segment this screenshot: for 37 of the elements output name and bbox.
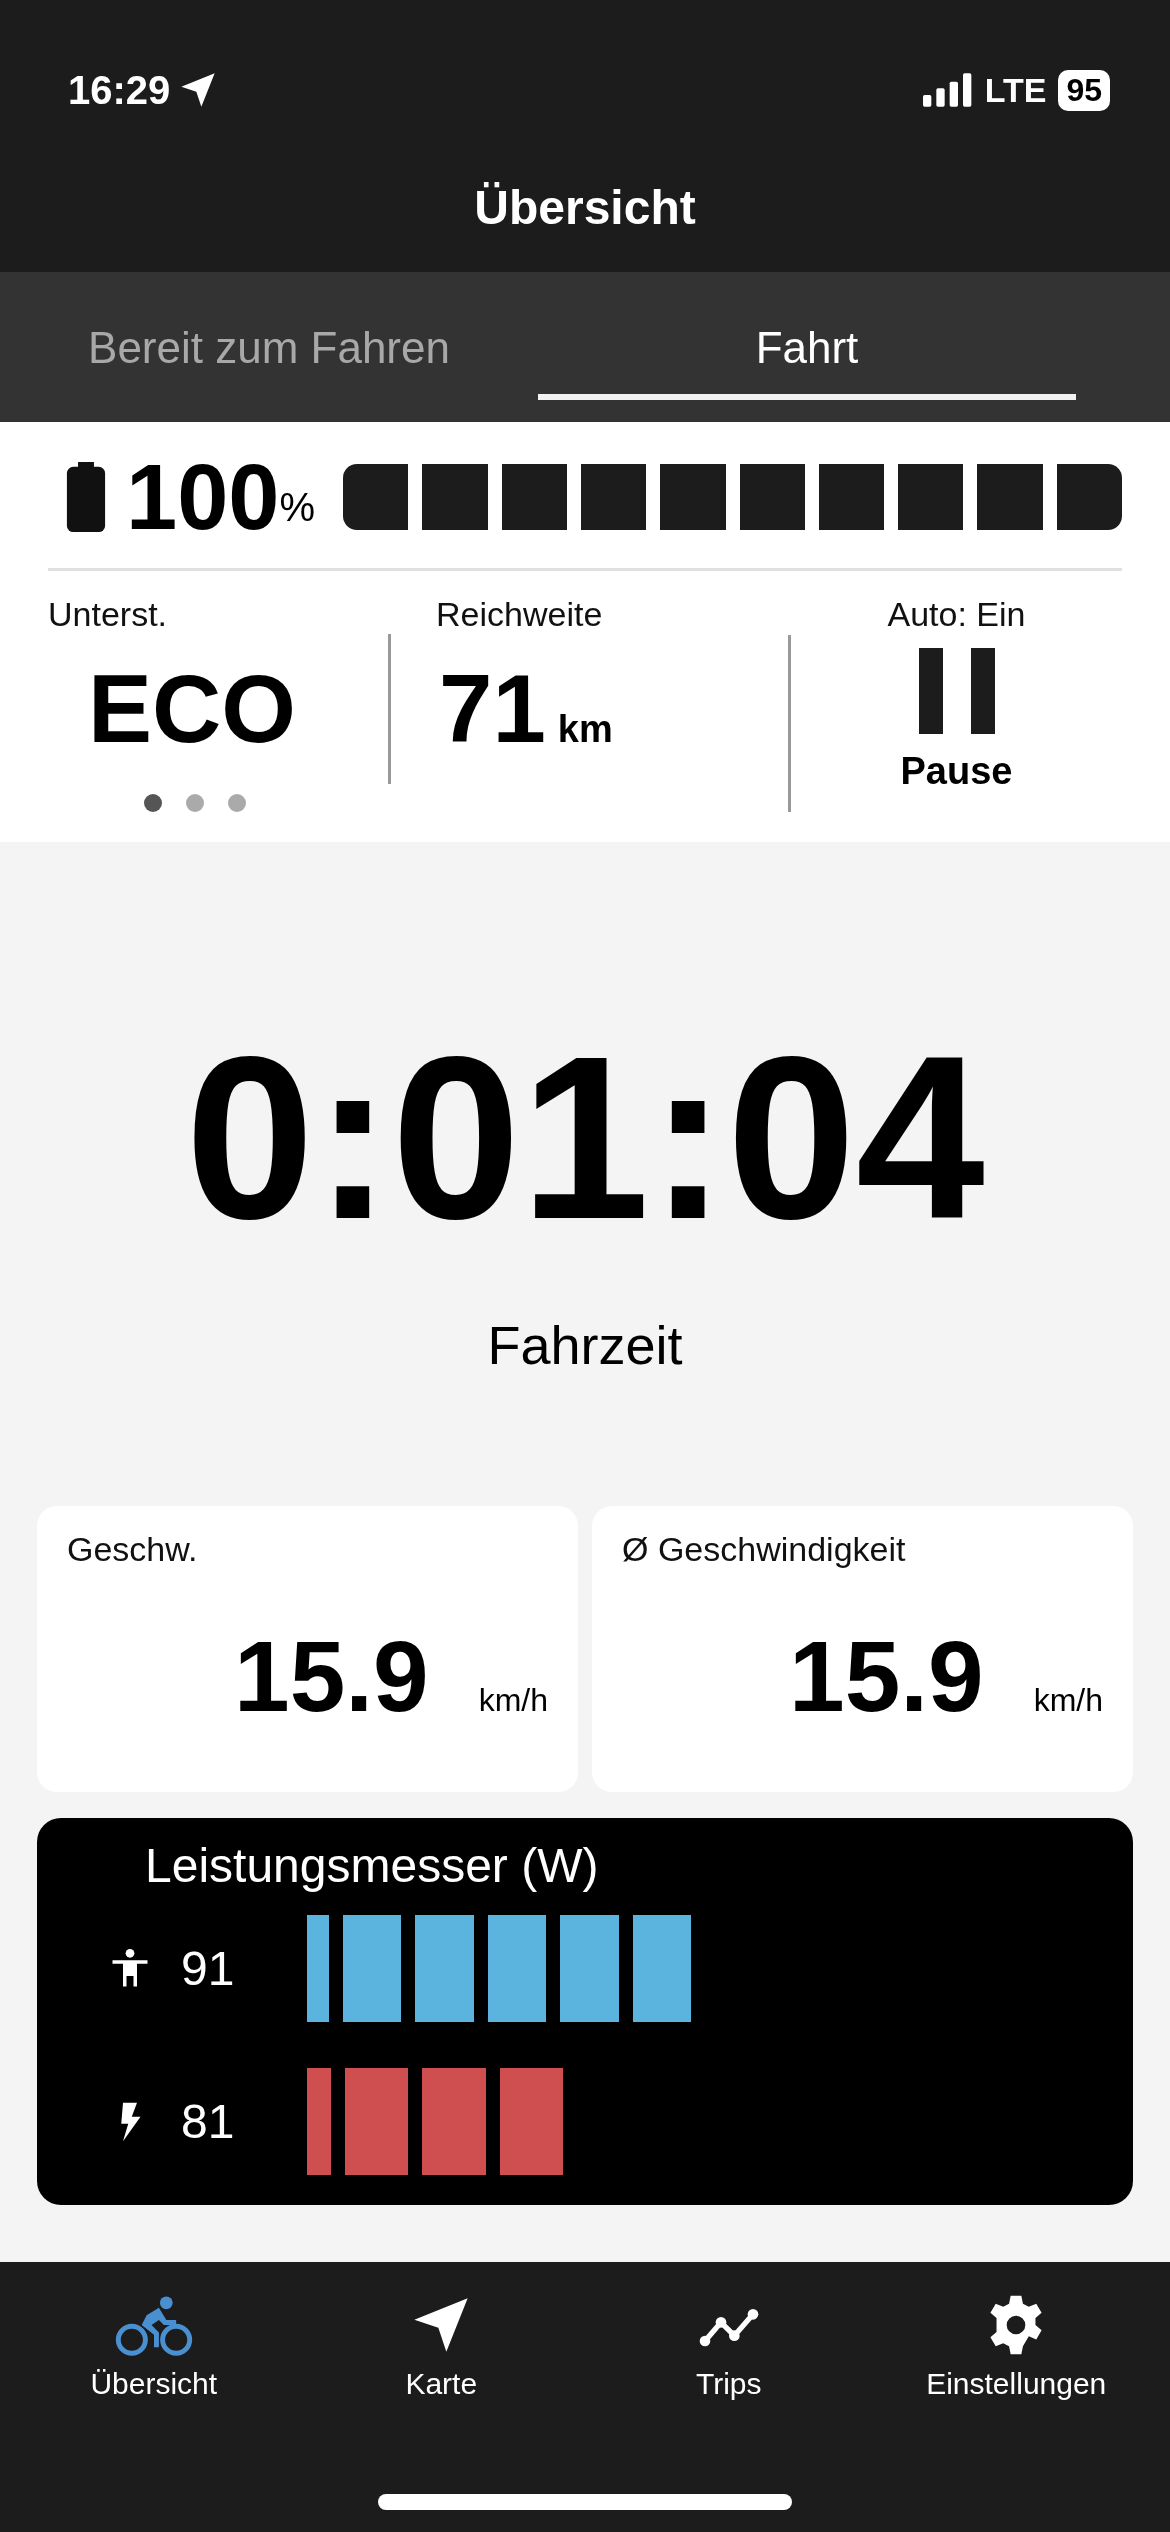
battery-icon <box>66 462 106 532</box>
tab-bar-item[interactable]: Karte <box>311 2292 572 2402</box>
card-label: Ø Geschwindigkeit <box>622 1530 907 1569</box>
status-time: 16:29 <box>68 67 171 113</box>
speed-unit: km/h <box>478 1682 548 1719</box>
tab-bar-item[interactable]: Einstellungen <box>886 2292 1147 2402</box>
signal-icon <box>922 73 973 107</box>
power-value: 91 <box>181 1941 236 1996</box>
battery-level: 95 <box>1058 69 1110 111</box>
screen-title: Übersicht <box>473 180 697 235</box>
network-type: LTE <box>984 70 1047 110</box>
assist-mode: ECO <box>88 654 297 764</box>
stat-label: Unterst. <box>48 595 168 634</box>
card-label: Geschw. <box>67 1530 199 1569</box>
pause-button[interactable]: Pause <box>900 634 1013 793</box>
page-dot[interactable] <box>144 794 162 812</box>
panel-title: Leistungsmesser (W) <box>145 1838 600 1893</box>
segment-tab[interactable]: Bereit zum Fahren <box>0 272 538 400</box>
percent-unit: % <box>279 485 316 530</box>
stat-label: Reichweite <box>436 595 603 634</box>
tab-bar-item[interactable]: Trips <box>598 2292 859 2402</box>
speed-value: 15.9 <box>789 1619 984 1734</box>
range-unit: km <box>557 708 613 751</box>
page-dot[interactable] <box>228 794 246 812</box>
ride-timer: 0:01:04 <box>185 1022 985 1254</box>
battery-percent: 100 <box>126 444 280 550</box>
speed-unit: km/h <box>1033 1682 1103 1719</box>
segment-tab[interactable]: Fahrt <box>538 272 1076 400</box>
page-dot[interactable] <box>186 794 204 812</box>
stat-label: Auto: Ein <box>887 595 1026 634</box>
range-value: 71 <box>439 654 546 764</box>
speed-value: 15.9 <box>234 1619 429 1734</box>
pause-icon <box>918 648 995 734</box>
bicycle-icon <box>113 2293 194 2357</box>
tab-bar-item[interactable]: Übersicht <box>23 2292 284 2402</box>
power-value: 81 <box>181 2094 236 2149</box>
timer-label: Fahrzeit <box>487 1314 683 1376</box>
